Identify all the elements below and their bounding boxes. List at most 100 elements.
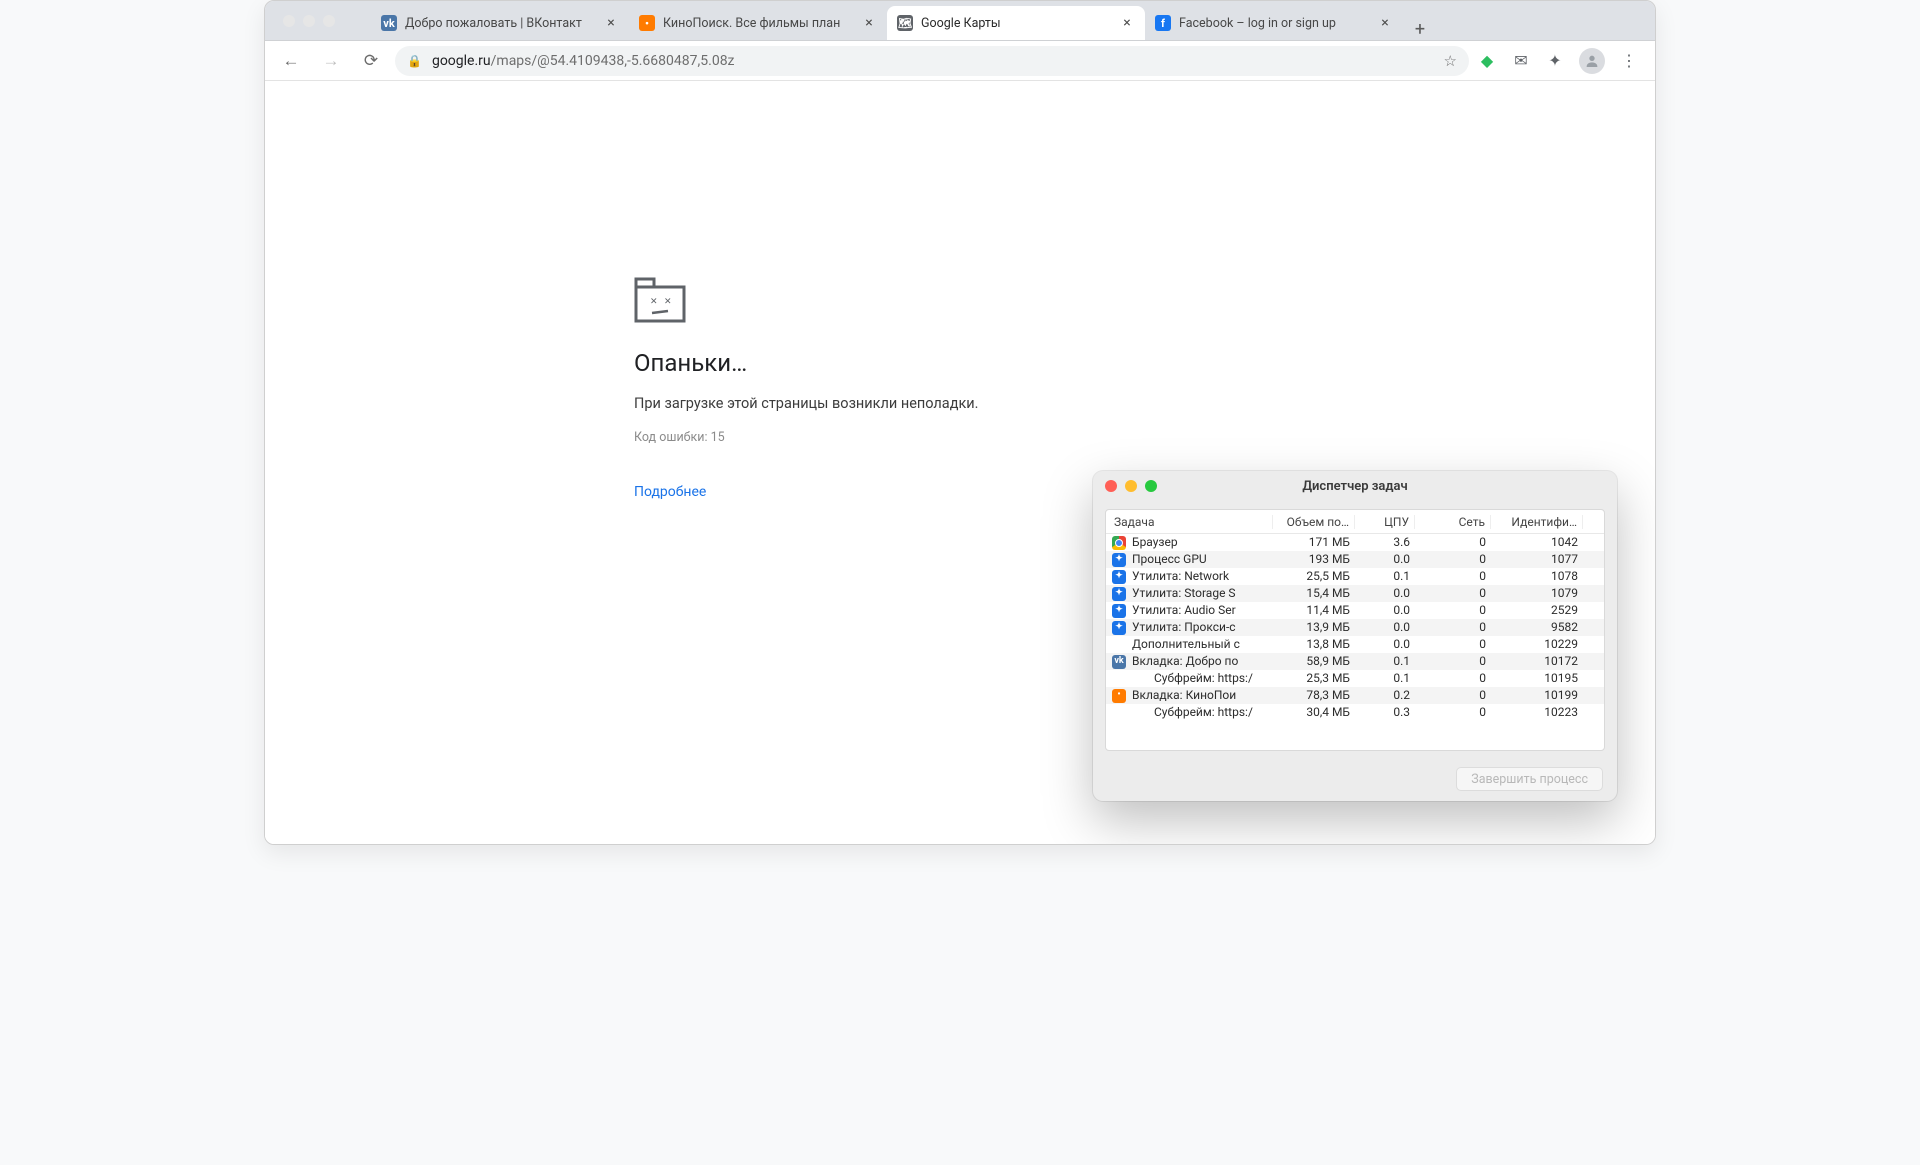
extension-evernote-icon[interactable]: ◆ <box>1477 51 1497 71</box>
cell-cpu: 0.1 <box>1355 653 1415 670</box>
table-row[interactable]: ✦Утилита: Прокси-с13,9 МБ0.009582 <box>1106 619 1604 636</box>
browser-window: vkДобро пожаловать | ВКонтакт×•КиноПоиск… <box>264 0 1656 845</box>
extension-mail-icon[interactable]: ✉ <box>1511 51 1531 71</box>
cell-network: 0 <box>1415 653 1491 670</box>
cell-cpu: 0.0 <box>1355 551 1415 568</box>
cell-memory: 58,9 МБ <box>1273 653 1355 670</box>
tm-max-dot[interactable] <box>1145 480 1157 492</box>
window-traffic-lights <box>283 15 335 27</box>
cell-memory: 13,8 МБ <box>1273 636 1355 653</box>
tab-close-icon[interactable]: × <box>861 15 877 31</box>
table-row[interactable]: •Вкладка: КиноПои78,3 МБ0.2010199 <box>1106 687 1604 704</box>
tab-strip: vkДобро пожаловать | ВКонтакт×•КиноПоиск… <box>265 1 1655 41</box>
cell-cpu: 0.0 <box>1355 619 1415 636</box>
toolbar: ← → ⟳ 🔒 google.ru/maps/@54.4109438,-5.66… <box>265 41 1655 81</box>
tab-favicon: • <box>639 15 655 31</box>
cell-cpu: 0.1 <box>1355 568 1415 585</box>
cell-task: ✦Процесс GPU <box>1106 551 1273 568</box>
task-manager-rows: Браузер171 МБ3.601042✦Процесс GPU193 МБ0… <box>1106 534 1604 750</box>
cell-network: 0 <box>1415 585 1491 602</box>
tab-title: Google Карты <box>921 16 1111 31</box>
table-row[interactable]: Субфрейм: https:/25,3 МБ0.1010195 <box>1106 670 1604 687</box>
cell-memory: 11,4 МБ <box>1273 602 1355 619</box>
page-content: ✕ ✕ Опаньки… При загрузке этой страницы … <box>265 81 1655 844</box>
cell-network: 0 <box>1415 619 1491 636</box>
table-row[interactable]: ✦Утилита: Storage S15,4 МБ0.001079 <box>1106 585 1604 602</box>
reload-button[interactable]: ⟳ <box>355 45 387 77</box>
bookmark-star-icon[interactable]: ☆ <box>1444 52 1457 70</box>
tab-close-icon[interactable]: × <box>1377 15 1393 31</box>
error-code: Код ошибки: 15 <box>634 430 1254 445</box>
error-subtitle: При загрузке этой страницы возникли непо… <box>634 395 1254 412</box>
omnibox[interactable]: 🔒 google.ru/maps/@54.4109438,-5.6680487,… <box>395 46 1469 76</box>
lock-icon: 🔒 <box>407 54 422 68</box>
cell-task: Субфрейм: https:/ <box>1106 670 1273 687</box>
table-row[interactable]: ✦Процесс GPU193 МБ0.001077 <box>1106 551 1604 568</box>
cell-network: 0 <box>1415 704 1491 721</box>
table-row[interactable]: Субфрейм: https:/30,4 МБ0.3010223 <box>1106 704 1604 721</box>
cell-task: Браузер <box>1106 534 1273 551</box>
cell-network: 0 <box>1415 687 1491 704</box>
window-close-dot[interactable] <box>283 15 295 27</box>
tab-title: Добро пожаловать | ВКонтакт <box>405 16 595 31</box>
table-row[interactable]: vkВкладка: Добро по58,9 МБ0.1010172 <box>1106 653 1604 670</box>
cell-memory: 25,3 МБ <box>1273 670 1355 687</box>
extensions-puzzle-icon[interactable]: ✦ <box>1545 51 1565 71</box>
cell-id: 2529 <box>1491 602 1583 619</box>
col-process-id[interactable]: Идентифи… <box>1491 515 1583 529</box>
table-row[interactable]: ✦Утилита: Network25,5 МБ0.101078 <box>1106 568 1604 585</box>
cell-memory: 15,4 МБ <box>1273 585 1355 602</box>
learn-more-link[interactable]: Подробнее <box>634 484 706 500</box>
cell-cpu: 0.2 <box>1355 687 1415 704</box>
forward-button[interactable]: → <box>315 45 347 77</box>
tm-min-dot[interactable] <box>1125 480 1137 492</box>
col-task[interactable]: Задача <box>1106 515 1273 529</box>
tm-close-dot[interactable] <box>1105 480 1117 492</box>
cell-cpu: 3.6 <box>1355 534 1415 551</box>
cell-task: ✦Утилита: Network <box>1106 568 1273 585</box>
back-button[interactable]: ← <box>275 45 307 77</box>
task-manager-header-row[interactable]: Задача Объем по… ЦПУ Сеть Идентифи… <box>1106 510 1604 534</box>
tab-1[interactable]: • КиноПоиск. Все фильмы план × <box>629 6 887 40</box>
cell-memory: 13,9 МБ <box>1273 619 1355 636</box>
col-memory[interactable]: Объем по… <box>1273 515 1355 529</box>
cell-memory: 25,5 МБ <box>1273 568 1355 585</box>
tab-3[interactable]: fFacebook – log in or sign up× <box>1145 6 1403 40</box>
cell-task: Дополнительный с <box>1106 636 1273 653</box>
toolbar-actions: ◆ ✉ ✦ ⋮ <box>1477 48 1645 74</box>
sad-folder-icon: ✕ ✕ <box>634 277 686 321</box>
cell-memory: 30,4 МБ <box>1273 704 1355 721</box>
cell-task: vkВкладка: Добро по <box>1106 653 1273 670</box>
end-process-button[interactable]: Завершить процесс <box>1456 767 1603 791</box>
tab-title: КиноПоиск. Все фильмы план <box>663 16 853 31</box>
profile-avatar[interactable] <box>1579 48 1605 74</box>
window-min-dot[interactable] <box>303 15 315 27</box>
cell-task: ✦Утилита: Прокси-с <box>1106 619 1273 636</box>
url-text: google.ru/maps/@54.4109438,-5.6680487,5.… <box>432 53 1434 69</box>
kebab-menu-icon[interactable]: ⋮ <box>1619 51 1639 71</box>
table-row[interactable]: Дополнительный с13,8 МБ0.0010229 <box>1106 636 1604 653</box>
error-title: Опаньки… <box>634 349 1254 377</box>
cell-memory: 193 МБ <box>1273 551 1355 568</box>
window-max-dot[interactable] <box>323 15 335 27</box>
cell-cpu: 0.3 <box>1355 704 1415 721</box>
table-row[interactable]: ✦Утилита: Audio Ser11,4 МБ0.002529 <box>1106 602 1604 619</box>
task-manager-footer: Завершить процесс <box>1093 767 1617 791</box>
url-path: /maps/@54.4109438,-5.6680487,5.08z <box>491 53 735 69</box>
tab-0[interactable]: vkДобро пожаловать | ВКонтакт× <box>371 6 629 40</box>
cell-id: 10223 <box>1491 704 1583 721</box>
cell-id: 10172 <box>1491 653 1583 670</box>
cell-network: 0 <box>1415 534 1491 551</box>
cell-memory: 171 МБ <box>1273 534 1355 551</box>
new-tab-button[interactable]: + <box>1403 19 1437 40</box>
error-page: ✕ ✕ Опаньки… При загрузке этой страницы … <box>634 277 1254 500</box>
cell-id: 1077 <box>1491 551 1583 568</box>
col-cpu[interactable]: ЦПУ <box>1355 515 1415 529</box>
task-manager-table: Задача Объем по… ЦПУ Сеть Идентифи… Брау… <box>1105 509 1605 751</box>
tab-close-icon[interactable]: × <box>603 15 619 31</box>
tab-2[interactable]: 🗺Google Карты× <box>887 6 1145 40</box>
tab-close-icon[interactable]: × <box>1119 15 1135 31</box>
table-row[interactable]: Браузер171 МБ3.601042 <box>1106 534 1604 551</box>
cell-id: 10195 <box>1491 670 1583 687</box>
col-network[interactable]: Сеть <box>1415 515 1491 529</box>
